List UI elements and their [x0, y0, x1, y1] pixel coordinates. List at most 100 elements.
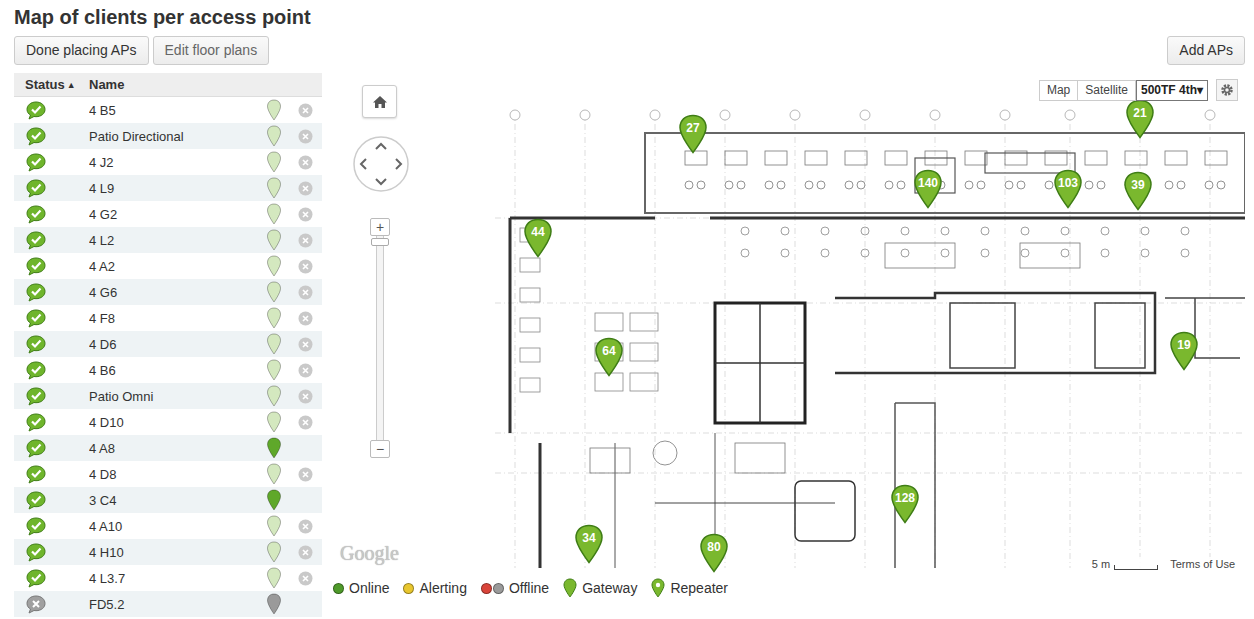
zoom-in-button[interactable]: +	[370, 218, 390, 236]
name-column-header[interactable]: Name	[89, 77, 259, 92]
table-row[interactable]: 4 A8	[14, 435, 322, 461]
ap-pin[interactable]: 103	[1053, 169, 1083, 209]
remove-icon[interactable]	[298, 337, 313, 352]
floor-dropdown[interactable]: 500TF 4th▾	[1136, 80, 1208, 101]
ap-pin[interactable]: 39	[1123, 171, 1153, 211]
map-type-button[interactable]: Map	[1039, 80, 1078, 101]
zoom-slider[interactable]	[376, 236, 384, 440]
table-row[interactable]: 4 J2	[14, 149, 322, 175]
remove-icon[interactable]	[298, 103, 313, 118]
table-row[interactable]: 4 D8	[14, 461, 322, 487]
table-row[interactable]: 4 L2	[14, 227, 322, 253]
remove-icon[interactable]	[298, 181, 313, 196]
table-row[interactable]: 4 D10	[14, 409, 322, 435]
table-row[interactable]: 4 D6	[14, 331, 322, 357]
remove-icon[interactable]	[298, 233, 313, 248]
pin-icon[interactable]	[266, 463, 282, 485]
ap-name: 4 A2	[89, 259, 259, 274]
pin-icon[interactable]	[266, 385, 282, 407]
pin-icon[interactable]	[266, 333, 282, 355]
edit-floor-plans-button[interactable]: Edit floor plans	[153, 36, 270, 65]
pin-icon[interactable]	[266, 177, 282, 199]
pin-icon[interactable]	[266, 229, 282, 251]
pin-icon[interactable]	[266, 593, 282, 615]
done-placing-button[interactable]: Done placing APs	[14, 36, 149, 65]
pin-icon[interactable]	[266, 99, 282, 121]
remove-icon[interactable]	[298, 545, 313, 560]
legend-dot	[403, 583, 414, 594]
pin-icon[interactable]	[266, 515, 282, 537]
status-icon	[25, 100, 47, 120]
home-button[interactable]	[362, 85, 397, 118]
remove-icon[interactable]	[298, 363, 313, 378]
pin-icon[interactable]	[266, 281, 282, 303]
map-type-button[interactable]: Satellite	[1078, 80, 1136, 101]
status-icon	[25, 152, 47, 172]
zoom-control: +−	[370, 218, 390, 458]
status-column-header[interactable]: Status▲	[14, 77, 89, 92]
pin-icon[interactable]	[266, 489, 282, 511]
remove-icon[interactable]	[298, 311, 313, 326]
table-row[interactable]: Patio Omni	[14, 383, 322, 409]
settings-button[interactable]	[1216, 79, 1238, 101]
table-row[interactable]: 4 L3.7	[14, 565, 322, 591]
table-row[interactable]: 4 G6	[14, 279, 322, 305]
pin-icon[interactable]	[266, 151, 282, 173]
legend-dot	[481, 583, 504, 594]
table-row[interactable]: 4 G2	[14, 201, 322, 227]
remove-icon[interactable]	[298, 285, 313, 300]
remove-icon[interactable]	[298, 519, 313, 534]
pin-icon[interactable]	[266, 359, 282, 381]
zoom-out-button[interactable]: −	[370, 440, 390, 458]
table-row[interactable]: Patio Directional	[14, 123, 322, 149]
ap-name: 3 C4	[89, 493, 259, 508]
table-row[interactable]: 4 A2	[14, 253, 322, 279]
ap-pin[interactable]: 21	[1125, 99, 1155, 139]
remove-icon[interactable]	[298, 207, 313, 222]
remove-icon[interactable]	[298, 155, 313, 170]
table-row[interactable]: 4 H10	[14, 539, 322, 565]
remove-icon[interactable]	[298, 415, 313, 430]
remove-icon[interactable]	[298, 389, 313, 404]
pan-control-icon[interactable]	[352, 135, 410, 193]
pin-icon[interactable]	[266, 541, 282, 563]
ap-name: 4 D10	[89, 415, 259, 430]
pin-icon[interactable]	[266, 411, 282, 433]
ap-name: 4 D8	[89, 467, 259, 482]
ap-name: 4 J2	[89, 155, 259, 170]
ap-name: 4 D6	[89, 337, 259, 352]
terms-link[interactable]: Terms of Use	[1170, 558, 1235, 570]
map-canvas[interactable]: 2721140103394464191283480+−MapSatellite5…	[330, 73, 1254, 573]
map-type-bar: MapSatellite500TF 4th▾	[1039, 79, 1238, 101]
zoom-slider-handle[interactable]	[371, 238, 389, 246]
remove-icon[interactable]	[298, 467, 313, 482]
pin-icon[interactable]	[266, 125, 282, 147]
remove-icon[interactable]	[298, 571, 313, 586]
pin-icon[interactable]	[266, 437, 282, 459]
status-icon	[25, 438, 47, 458]
pin-icon[interactable]	[266, 567, 282, 589]
status-icon	[25, 412, 47, 432]
table-row[interactable]: 4 F8	[14, 305, 322, 331]
pin-icon[interactable]	[266, 203, 282, 225]
ap-pin[interactable]: 19	[1169, 331, 1199, 371]
ap-pin[interactable]: 80	[699, 533, 729, 573]
ap-name: 4 B6	[89, 363, 259, 378]
table-row[interactable]: 4 B5	[14, 97, 322, 123]
ap-pin[interactable]: 140	[913, 169, 943, 209]
ap-pin[interactable]: 64	[594, 337, 624, 377]
table-row[interactable]: 4 A10	[14, 513, 322, 539]
ap-pin[interactable]: 27	[678, 114, 708, 154]
ap-pin[interactable]: 34	[574, 524, 604, 564]
table-row[interactable]: 4 L9	[14, 175, 322, 201]
table-row[interactable]: 4 B6	[14, 357, 322, 383]
table-row[interactable]: FD5.2	[14, 591, 322, 617]
ap-pin[interactable]: 44	[523, 218, 553, 258]
remove-icon[interactable]	[298, 129, 313, 144]
add-aps-button[interactable]: Add APs	[1167, 36, 1245, 65]
pin-icon[interactable]	[266, 307, 282, 329]
table-row[interactable]: 3 C4	[14, 487, 322, 513]
remove-icon[interactable]	[298, 259, 313, 274]
ap-pin[interactable]: 128	[890, 484, 920, 524]
pin-icon[interactable]	[266, 255, 282, 277]
